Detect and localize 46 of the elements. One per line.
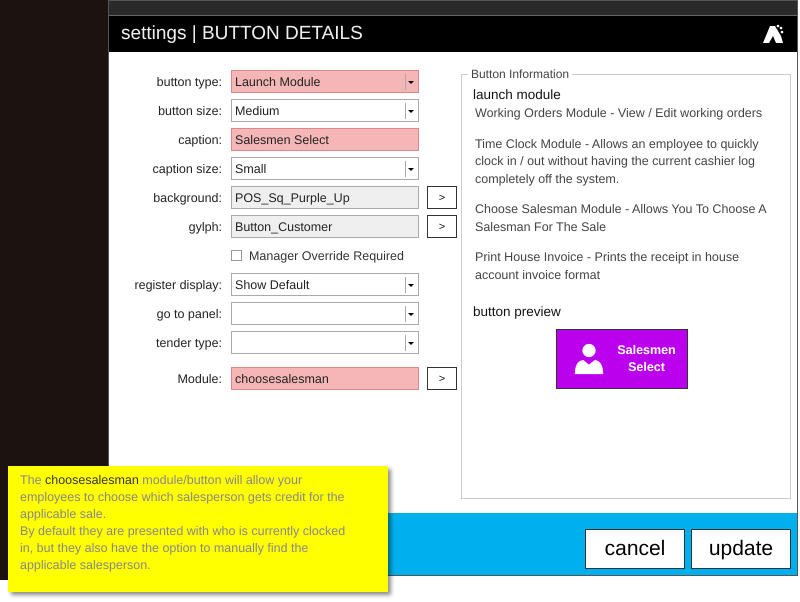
caret-icon bbox=[405, 306, 416, 322]
input-field[interactable]: Salesmen Select bbox=[231, 128, 419, 151]
module-description: Working Orders Module - View / Edit working orders bbox=[475, 105, 764, 122]
field-label: gylph: bbox=[188, 220, 223, 234]
module-description: Time Clock Module - Allows an employee to quickly clock in / out without having the current cashier log completely off the system. bbox=[475, 136, 760, 188]
section-heading: button preview bbox=[473, 304, 562, 319]
dialog-button[interactable]: update bbox=[691, 529, 791, 569]
caret-icon bbox=[405, 334, 416, 350]
input-field[interactable]: choosesalesman bbox=[231, 367, 419, 390]
dropdown-field[interactable] bbox=[231, 302, 419, 325]
field-label: register display: bbox=[133, 278, 223, 292]
field-label: go to panel: bbox=[156, 306, 223, 320]
checkbox[interactable] bbox=[231, 250, 242, 261]
dropdown-field[interactable]: Launch Module bbox=[231, 70, 419, 93]
field-label: caption size: bbox=[152, 162, 223, 176]
tooltip-text: By default they are presented with who is currently clocked in, but they also have the option to manually find the applicable salesperson. bbox=[20, 523, 346, 574]
dropdown-field[interactable]: Medium bbox=[231, 99, 419, 122]
tooltip-text: The choosesalesman module/button will allow your employees to choose which salesperson gets credit for the applicable sale. bbox=[20, 472, 346, 523]
module-description: Choose Salesman Module - Allows You To Choose A Salesman For The Sale bbox=[475, 201, 768, 236]
caret-icon bbox=[405, 160, 416, 176]
logo-icon bbox=[761, 22, 785, 46]
browse-button[interactable]: > bbox=[427, 367, 457, 390]
dropdown-field[interactable]: Small bbox=[231, 157, 419, 180]
dropdown-field[interactable]: Show Default bbox=[231, 273, 419, 296]
caret-icon bbox=[405, 102, 416, 118]
input-field[interactable]: Button_Customer bbox=[231, 215, 419, 238]
browse-button[interactable]: > bbox=[427, 215, 457, 238]
field-label: tender type: bbox=[154, 336, 223, 350]
field-label: caption: bbox=[177, 132, 223, 146]
dialog-button[interactable]: cancel bbox=[585, 529, 685, 569]
group-legend: Button Information bbox=[468, 67, 572, 81]
checkbox-label: Manager Override Required bbox=[249, 248, 404, 262]
field-label: button size: bbox=[157, 104, 223, 118]
dropdown-field[interactable] bbox=[231, 331, 419, 354]
section-heading: launch module bbox=[473, 87, 562, 102]
module-description: Print House Invoice - Prints the receipt in house account invoice format bbox=[475, 249, 740, 284]
field-label: Module: bbox=[176, 372, 223, 386]
person-icon bbox=[572, 342, 606, 376]
window-title: settings | BUTTON DETAILS bbox=[121, 23, 363, 45]
preview-caption: Salesmen Select bbox=[616, 342, 677, 376]
caret-icon bbox=[405, 276, 416, 292]
field-label: background: bbox=[152, 190, 223, 204]
caret-icon bbox=[405, 74, 416, 90]
input-field[interactable]: POS_Sq_Purple_Up bbox=[231, 186, 419, 209]
browse-button[interactable]: > bbox=[427, 186, 457, 209]
field-label: button type: bbox=[156, 74, 223, 88]
